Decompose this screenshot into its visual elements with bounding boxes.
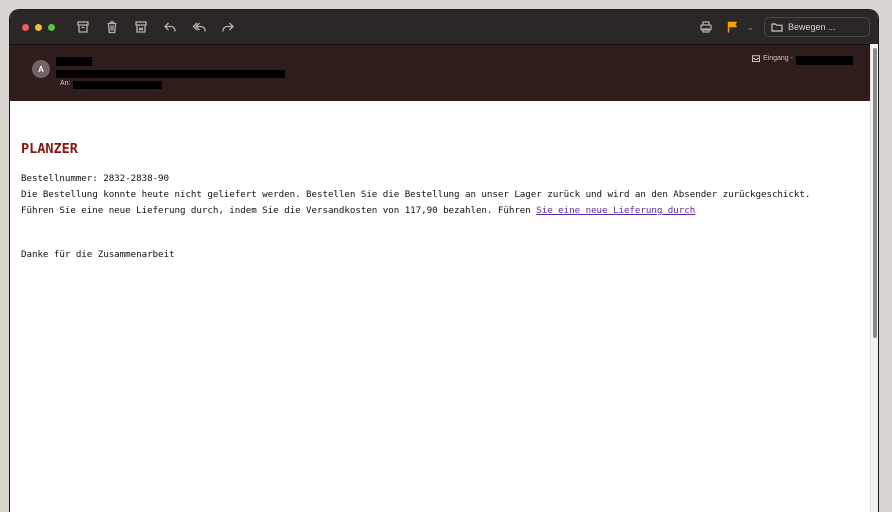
trash-icon xyxy=(107,21,117,34)
forward-icon xyxy=(222,22,234,32)
folder-icon xyxy=(771,23,783,32)
avatar: A xyxy=(32,60,50,78)
scrollbar-thumb[interactable] xyxy=(873,48,877,338)
junk-button[interactable] xyxy=(133,19,149,35)
subject-redacted xyxy=(56,70,285,78)
body-line-text: Führen Sie eine neue Lieferung durch, in… xyxy=(21,205,537,216)
scrollbar[interactable] xyxy=(870,44,878,512)
junk-icon xyxy=(135,21,147,33)
brand-heading: PLANZER xyxy=(21,141,78,157)
zoom-window-button[interactable] xyxy=(48,23,55,31)
chevron-down-icon[interactable]: ⌄ xyxy=(746,22,754,33)
move-button[interactable]: Bewegen ... xyxy=(764,17,870,37)
minimize-window-button[interactable] xyxy=(35,23,42,31)
printer-icon xyxy=(700,21,713,33)
new-delivery-link[interactable]: Sie eine neue Lieferung durch xyxy=(536,205,695,216)
reply-button[interactable] xyxy=(162,19,178,35)
sender-name-redacted xyxy=(56,57,92,66)
mailbox-account-redacted xyxy=(796,56,853,65)
inbox-tray-icon xyxy=(752,55,760,62)
body-line: Führen Sie eine neue Lieferung durch, in… xyxy=(21,205,695,216)
close-window-button[interactable] xyxy=(22,23,29,31)
print-button[interactable] xyxy=(698,19,714,35)
archive-icon xyxy=(77,21,89,33)
order-number-line: Bestellnummer: 2832-2838-90 xyxy=(21,173,169,184)
archive-button[interactable] xyxy=(75,19,91,35)
message-header: A An: Eingang - xyxy=(10,44,878,101)
recipient-redacted xyxy=(73,81,162,89)
to-label: An: xyxy=(60,80,71,87)
mail-window: ⌄ Bewegen ... A An: Eingang - PLANZER Be… xyxy=(10,10,878,512)
reply-icon xyxy=(164,22,176,32)
message-body: PLANZER Bestellnummer: 2832-2838-90 Die … xyxy=(10,101,870,512)
forward-button[interactable] xyxy=(220,19,236,35)
window-controls xyxy=(22,23,55,31)
flag-button[interactable] xyxy=(724,19,740,35)
reply-all-icon xyxy=(192,22,206,32)
body-line: Die Bestellung konnte heute nicht gelief… xyxy=(21,189,811,200)
reply-all-button[interactable] xyxy=(191,19,207,35)
mailbox-indicator: Eingang - xyxy=(752,55,793,62)
delete-button[interactable] xyxy=(104,19,120,35)
mailbox-label: Eingang - xyxy=(763,55,793,62)
move-button-label: Bewegen ... xyxy=(788,22,836,32)
closing-line: Danke für die Zusammenarbeit xyxy=(21,249,175,260)
toolbar: ⌄ Bewegen ... xyxy=(10,10,878,44)
flag-icon xyxy=(727,21,738,33)
